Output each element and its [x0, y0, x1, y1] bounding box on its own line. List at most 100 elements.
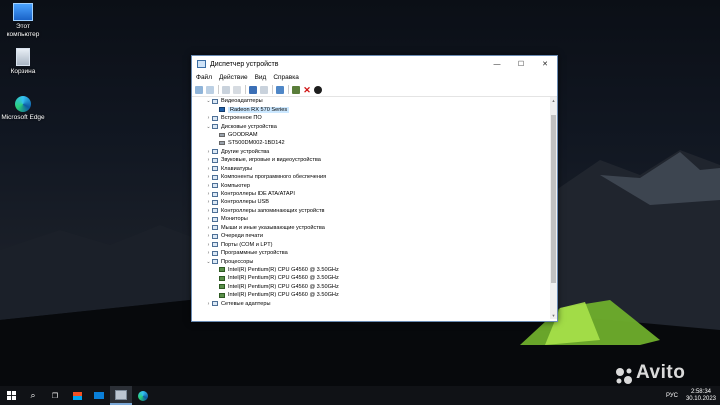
clock[interactable]: 2:58:34 30.10.2023	[686, 389, 716, 403]
device-manager-icon	[197, 60, 206, 68]
recycle-bin-icon	[16, 48, 30, 66]
disk-icon	[219, 141, 225, 146]
expand-chevron-icon[interactable]: ›	[205, 149, 212, 155]
scrollbar-thumb[interactable]	[551, 115, 556, 283]
expand-chevron-icon[interactable]: ›	[205, 115, 212, 121]
tree-category[interactable]: › Программные устройства	[195, 249, 547, 257]
maximize-button[interactable]: ☐	[509, 56, 533, 72]
tree-device[interactable]: Intel(R) Pentium(R) CPU G4560 @ 3.50GHz	[195, 283, 547, 291]
device-tree[interactable]: ⌄ Видеоадаптеры Radeon RX 570 Series › Встро…	[195, 97, 547, 319]
tree-device[interactable]: GOODRAM	[195, 131, 547, 139]
tree-category[interactable]: › Сетевые адаптеры	[195, 300, 547, 308]
taskbar-device-manager[interactable]	[110, 386, 132, 405]
tree-category[interactable]: ⌄ Видеоадаптеры	[195, 97, 547, 105]
uninstall-icon[interactable]: ✕	[303, 85, 311, 94]
expand-chevron-icon[interactable]: ›	[205, 301, 212, 307]
expand-chevron-icon[interactable]: ›	[205, 216, 212, 222]
expand-chevron-icon[interactable]: ›	[205, 174, 212, 180]
tree-category[interactable]: › Контроллеры USB	[195, 198, 547, 206]
search-icon[interactable]: ⌕	[22, 386, 44, 405]
tree-item-label: Другие устройства	[221, 148, 270, 155]
expand-chevron-icon[interactable]: ›	[205, 191, 212, 197]
start-button[interactable]	[0, 386, 22, 405]
expand-chevron-icon[interactable]: ›	[205, 242, 212, 248]
menu-view[interactable]: Вид	[255, 74, 267, 81]
tree-category[interactable]: › Звуковые, игровые и видеоустройства	[195, 156, 547, 164]
tree-category[interactable]: › Другие устройства	[195, 148, 547, 156]
tree-item-label: Intel(R) Pentium(R) CPU G4560 @ 3.50GHz	[228, 266, 339, 273]
disable-device-icon[interactable]	[314, 85, 322, 94]
forward-arrow-icon[interactable]	[206, 85, 214, 94]
minimize-button[interactable]: —	[485, 56, 509, 72]
properties-icon[interactable]	[233, 85, 241, 94]
tree-category[interactable]: › Мониторы	[195, 215, 547, 223]
tree-category[interactable]: › Порты (COM и LPT)	[195, 240, 547, 248]
scan-hardware-icon[interactable]	[276, 85, 284, 94]
expand-chevron-icon[interactable]: ›	[205, 183, 212, 189]
toolbar: ✕	[192, 83, 557, 97]
tree-device[interactable]: Intel(R) Pentium(R) CPU G4560 @ 3.50GHz	[195, 266, 547, 274]
tree-view-icon[interactable]	[222, 85, 230, 94]
title-bar[interactable]: Диспетчер устройств — ☐ ✕	[192, 56, 557, 72]
back-arrow-icon[interactable]	[195, 85, 203, 94]
desktop-icon-edge[interactable]: Microsoft Edge	[0, 96, 46, 122]
menu-action[interactable]: Действие	[219, 74, 248, 81]
desktop-icon-this-pc[interactable]: Этот компьютер	[0, 3, 46, 39]
edge-taskbar-icon[interactable]	[132, 386, 154, 405]
tree-item-label: Порты (COM и LPT)	[221, 241, 273, 248]
expand-chevron-icon[interactable]: ›	[205, 233, 212, 239]
tree-category[interactable]: › Встроенное ПО	[195, 114, 547, 122]
tree-item-label: Программные устройства	[221, 250, 288, 257]
desktop-icon-label: Корзина	[10, 68, 36, 75]
help-icon[interactable]	[249, 85, 257, 94]
tree-device[interactable]: ST500DM002-1BD142	[195, 139, 547, 147]
toolbar-divider	[218, 85, 219, 94]
tree-category[interactable]: › Клавиатуры	[195, 165, 547, 173]
tree-item-label: ST500DM002-1BD142	[228, 140, 285, 147]
clock-date: 30.10.2023	[685, 395, 716, 402]
tree-category[interactable]: › Компоненты программного обеспечения	[195, 173, 547, 181]
tree-device[interactable]: Radeon RX 570 Series	[195, 105, 547, 113]
tree-category[interactable]: › Компьютер	[195, 181, 547, 189]
menu-help[interactable]: Справка	[273, 74, 299, 81]
language-indicator[interactable]: РУС	[666, 393, 678, 399]
tree-item-label: Контроллеры USB	[221, 199, 269, 206]
expand-chevron-icon[interactable]: ›	[205, 166, 212, 172]
vertical-scrollbar[interactable]: ▲ ▼	[550, 97, 557, 319]
tree-category[interactable]: › Очереди печати	[195, 232, 547, 240]
collapse-chevron-icon[interactable]: ⌄	[205, 98, 212, 104]
task-view-icon[interactable]: ❐	[44, 386, 66, 405]
expand-chevron-icon[interactable]: ›	[205, 250, 212, 256]
store-icon[interactable]	[66, 386, 88, 405]
close-button[interactable]: ✕	[533, 56, 557, 72]
expand-chevron-icon[interactable]: ›	[205, 199, 212, 205]
tree-device[interactable]: Intel(R) Pentium(R) CPU G4560 @ 3.50GHz	[195, 274, 547, 282]
details-icon[interactable]	[260, 85, 268, 94]
expand-chevron-icon[interactable]: ›	[205, 225, 212, 231]
scroll-up-icon[interactable]: ▲	[550, 98, 557, 103]
collapse-chevron-icon[interactable]: ⌄	[205, 124, 212, 130]
tree-category[interactable]: › Контроллеры IDE ATA/ATAPI	[195, 190, 547, 198]
tree-item-label: Очереди печати	[221, 233, 263, 240]
scroll-down-icon[interactable]: ▼	[550, 313, 557, 318]
tree-category[interactable]: ⌄ Дисковые устройства	[195, 122, 547, 130]
device-manager-window[interactable]: Диспетчер устройств — ☐ ✕ Файл Действие …	[191, 55, 558, 322]
tree-device[interactable]: Intel(R) Pentium(R) CPU G4560 @ 3.50GHz	[195, 291, 547, 299]
update-driver-icon[interactable]	[292, 85, 300, 94]
tree-item-label: GOODRAM	[228, 131, 258, 138]
menu-file[interactable]: Файл	[196, 74, 212, 81]
cpu-icon	[219, 267, 225, 273]
tree-item-label: Intel(R) Pentium(R) CPU G4560 @ 3.50GHz	[228, 292, 339, 299]
mail-icon[interactable]	[88, 386, 110, 405]
tree-category[interactable]: › Мыши и иные указывающие устройства	[195, 224, 547, 232]
tree-category[interactable]: › Контроллеры запоминающих устройств	[195, 207, 547, 215]
edge-icon	[15, 96, 31, 112]
expand-chevron-icon[interactable]: ›	[205, 157, 212, 163]
tree-item-label: Компьютер	[221, 182, 250, 189]
monitor-icon	[212, 216, 218, 222]
expand-chevron-icon[interactable]: ›	[205, 208, 212, 214]
tree-category[interactable]: ⌄ Процессоры	[195, 257, 547, 265]
collapse-chevron-icon[interactable]: ⌄	[205, 259, 212, 265]
desktop-icon-recycle-bin[interactable]: Корзина	[0, 48, 46, 76]
tree-item-label: Звуковые, игровые и видеоустройства	[221, 157, 321, 164]
